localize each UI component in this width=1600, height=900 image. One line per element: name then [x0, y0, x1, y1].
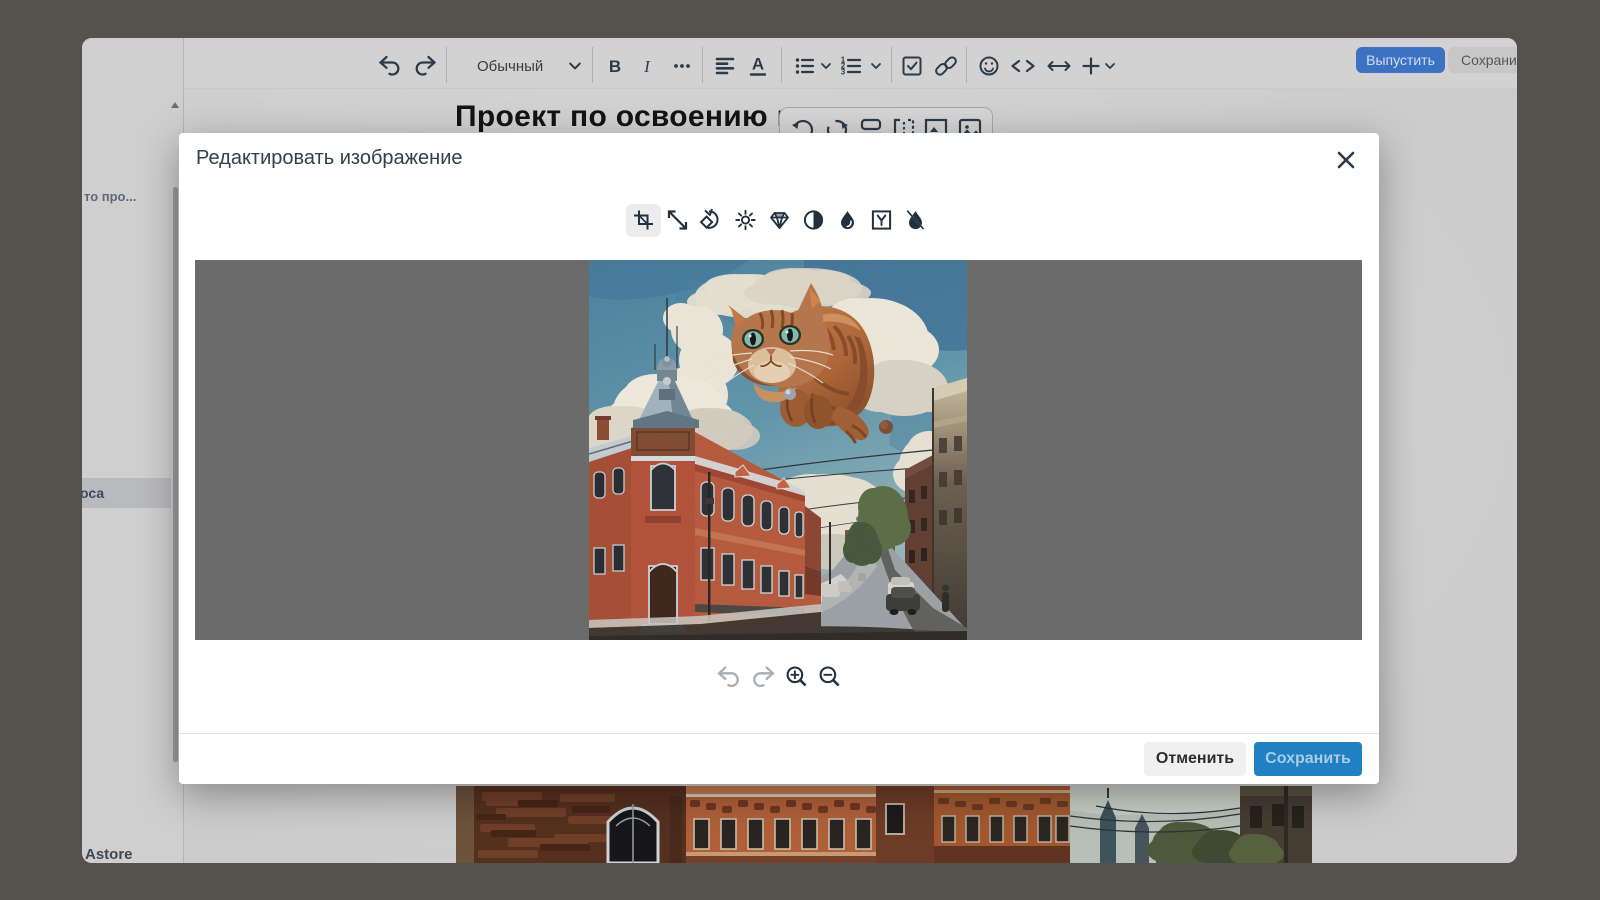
svg-text:3: 3	[841, 68, 846, 77]
svg-text:B: B	[609, 57, 621, 76]
svg-text:Обычный: Обычный	[477, 58, 543, 75]
svg-text:I: I	[643, 57, 651, 76]
svg-text:A: A	[752, 55, 764, 74]
